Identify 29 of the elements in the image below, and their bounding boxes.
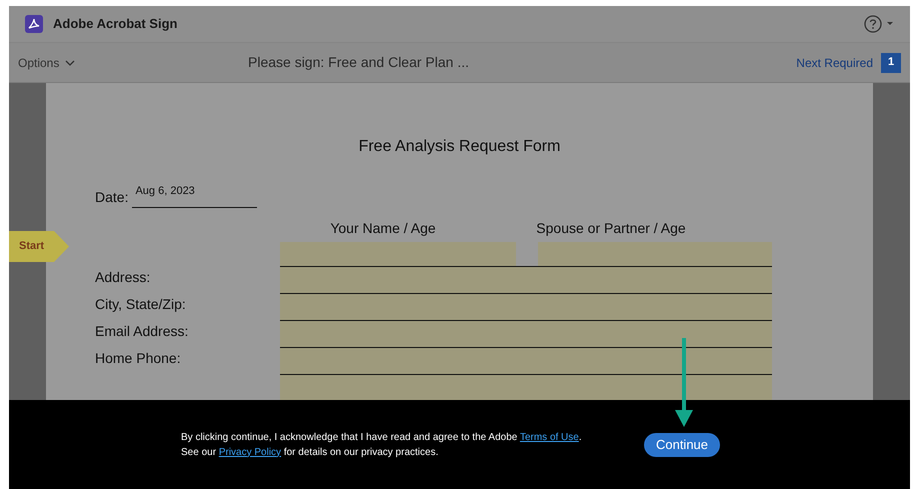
form-title: Free Analysis Request Form <box>358 137 562 157</box>
field-label: Home Phone: <box>95 348 182 368</box>
name-field[interactable] <box>280 242 516 267</box>
arrow-icon <box>674 338 694 428</box>
field-label: Address: <box>95 268 152 287</box>
consent-text: By clicking continue, I acknowledge that I have read and agree to the Adobe Terms of Use. See our Privacy Policy for details on our privacy practices. <box>181 430 583 460</box>
required-count-badge: 1 <box>881 52 901 72</box>
app-title: Adobe Acrobat Sign <box>53 15 178 34</box>
options-menu[interactable]: Options <box>18 54 248 72</box>
field-label: Email Address: <box>95 322 190 341</box>
continue-button[interactable]: Continue <box>644 432 720 456</box>
field-label: City, State/Zip: <box>95 294 187 314</box>
next-required-button[interactable]: Next Required <box>796 54 873 72</box>
help-icon[interactable] <box>864 15 894 33</box>
terms-link[interactable]: Terms of Use <box>520 432 579 442</box>
form-field[interactable] <box>280 266 772 294</box>
form-field[interactable] <box>280 320 772 348</box>
form-field[interactable] <box>280 294 772 321</box>
date-label: Date: <box>95 188 128 206</box>
privacy-link[interactable]: Privacy Policy <box>218 446 282 458</box>
spouse-field[interactable] <box>538 242 772 267</box>
column-header: Your Name / Age <box>329 218 437 238</box>
date-field[interactable]: Aug 6, 2023 <box>132 183 258 208</box>
form-field[interactable] <box>280 374 772 400</box>
column-header: Spouse or Partner / Age <box>535 218 687 238</box>
chevron-icon <box>65 60 76 66</box>
document-title: Please sign: Free and Clear Plan ... <box>248 53 470 72</box>
form-field[interactable] <box>280 348 772 375</box>
pdf-logo-icon <box>25 15 43 33</box>
